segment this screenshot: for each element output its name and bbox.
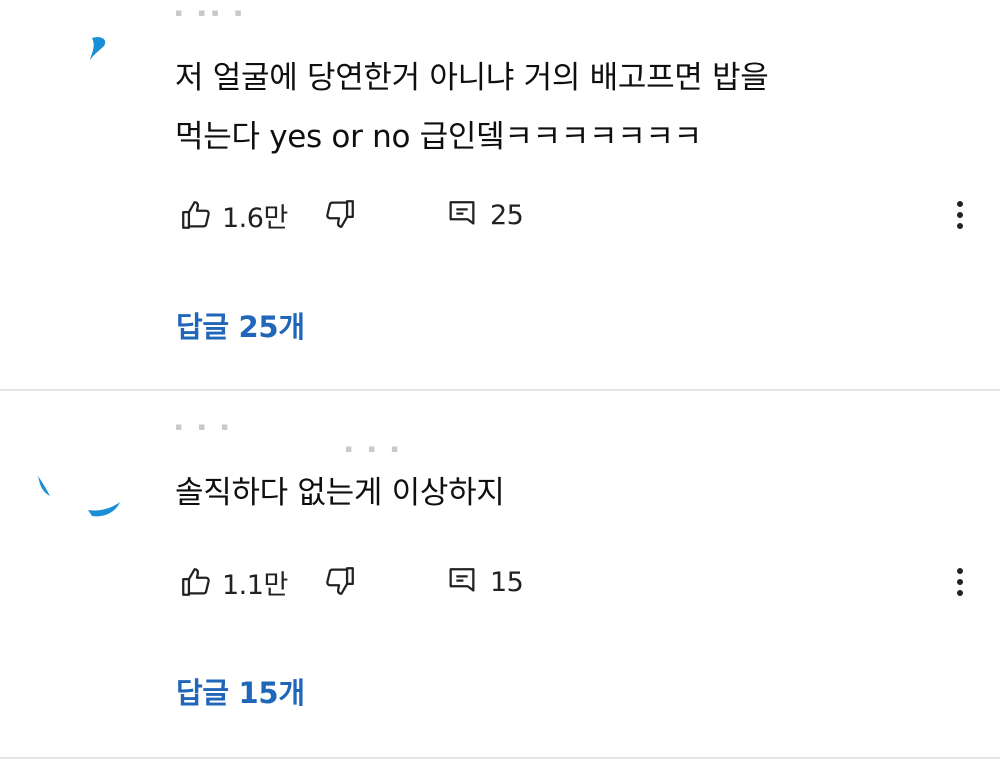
author-name[interactable]: ▪ ▪▪ ▪ xyxy=(175,6,248,18)
author-meta: ▪ ▪ ▪ xyxy=(345,442,405,454)
dislike-button[interactable] xyxy=(322,563,444,602)
avatar-image xyxy=(38,476,120,517)
reply-icon[interactable] xyxy=(444,564,480,600)
more-vert-icon xyxy=(957,201,963,229)
avatar[interactable] xyxy=(30,432,130,532)
comments-page: ▪ ▪▪ ▪ 저 얼굴에 당연한거 아니냐 거의 배고프면 밥을 먹는다 yes… xyxy=(0,0,1000,768)
comment-item: ▪ ▪ ▪ ▪ ▪ ▪ 솔직하다 없는게 이상하지 1.1만 15 답글 15개 xyxy=(0,392,1000,760)
avatar[interactable] xyxy=(30,0,130,100)
reply-count: 15 xyxy=(490,566,524,598)
dislike-button[interactable] xyxy=(322,196,444,235)
more-options-button[interactable] xyxy=(940,562,980,602)
more-options-button[interactable] xyxy=(940,195,980,235)
reply-count: 25 xyxy=(490,199,524,231)
thumbs-down-icon[interactable] xyxy=(322,563,358,599)
more-vert-icon xyxy=(957,568,963,596)
comment-text: 솔직하다 없는게 이상하지 xyxy=(175,475,505,511)
like-count: 1.6만 xyxy=(222,202,288,234)
comment-actions: 1.6만 25 xyxy=(178,195,524,235)
replies-link[interactable]: 답글 25개 xyxy=(176,304,305,346)
comment-item: ▪ ▪▪ ▪ 저 얼굴에 당연한거 아니냐 거의 배고프면 밥을 먹는다 yes… xyxy=(0,0,1000,390)
divider xyxy=(0,757,1000,759)
reply-icon[interactable] xyxy=(444,197,480,233)
avatar-image xyxy=(90,37,106,60)
divider xyxy=(0,389,1000,391)
thumbs-up-icon[interactable] xyxy=(178,197,214,233)
thumbs-up-icon[interactable] xyxy=(178,564,214,600)
thumbs-down-icon[interactable] xyxy=(322,196,358,232)
comment-actions: 1.1만 15 xyxy=(178,562,524,602)
author-name[interactable]: ▪ ▪ ▪ xyxy=(175,420,234,432)
comment-text: 저 얼굴에 당연한거 아니냐 거의 배고프면 밥을 먹는다 yes or no … xyxy=(175,60,769,155)
like-count: 1.1만 xyxy=(222,569,288,601)
replies-link[interactable]: 답글 15개 xyxy=(176,670,305,712)
